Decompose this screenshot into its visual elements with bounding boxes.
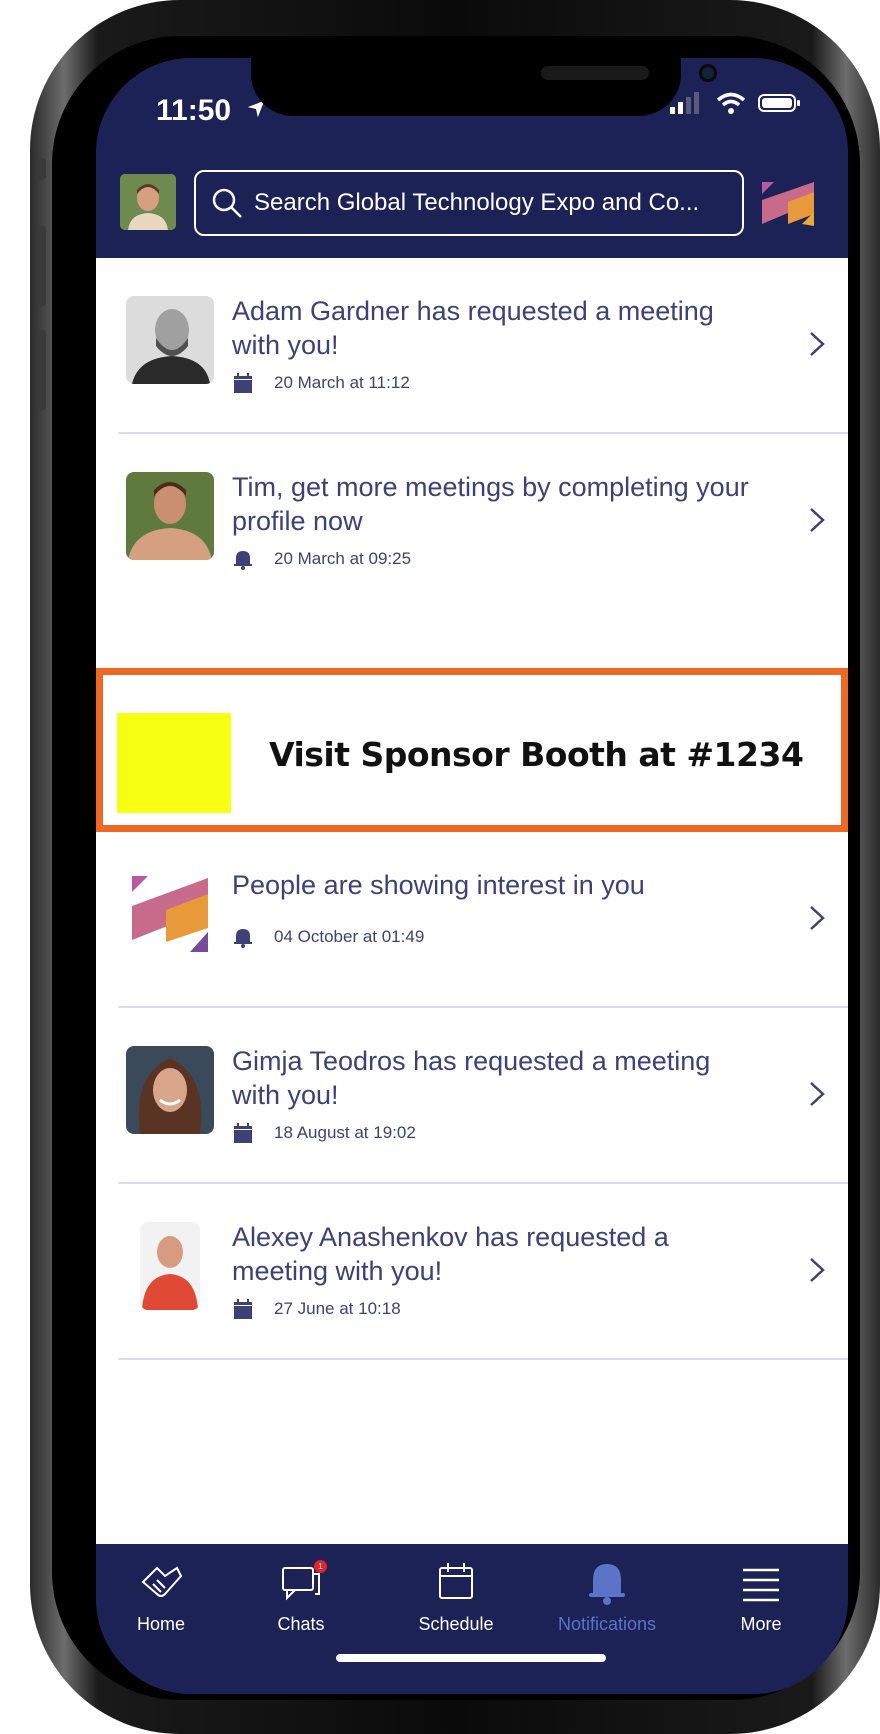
notification-meta: 18 August at 19:02 (232, 1122, 416, 1144)
avatar-image (126, 472, 214, 560)
brand-logo-icon[interactable] (756, 172, 820, 236)
status-time-text: 11:50 (156, 94, 232, 127)
home-indicator[interactable] (336, 1654, 606, 1662)
notifications-list: Adam Gardner has requested a meeting wit… (96, 258, 848, 1544)
notification-row[interactable]: Adam Gardner has requested a meeting wit… (96, 258, 848, 434)
sponsor-logo-placeholder (117, 713, 231, 813)
app-header (96, 158, 848, 258)
tab-notifications-label: Notifications (557, 1614, 657, 1634)
tab-chats[interactable]: 1 Chats (236, 1558, 366, 1648)
tab-home-label: Home (136, 1614, 185, 1634)
chevron-right-icon (810, 1258, 825, 1282)
bell-icon (234, 551, 252, 570)
notification-row[interactable]: Gimja Teodros has requested a meeting wi… (96, 1008, 848, 1184)
status-icons (670, 92, 802, 114)
notification-meta: 27 June at 10:18 (232, 1298, 401, 1320)
calendar-icon (234, 1123, 252, 1143)
volume-down-button (38, 330, 46, 410)
bell-icon (234, 929, 252, 948)
notification-title: Gimja Teodros has requested a meeting wi… (232, 1046, 711, 1110)
battery-icon (758, 94, 800, 112)
notification-meta: 20 March at 11:12 (232, 372, 410, 394)
avatar (126, 472, 214, 560)
chevron-right-icon (810, 332, 825, 356)
notification-row[interactable]: Tim, get more meetings by completing you… (96, 434, 848, 610)
chat-badge: 1 (314, 1560, 327, 1573)
brand-logo-icon (132, 876, 208, 952)
tab-schedule[interactable]: Schedule (391, 1558, 521, 1648)
notification-date: 20 March at 11:12 (274, 373, 410, 392)
calendar-icon (234, 1299, 252, 1319)
notification-title: People are showing interest in you (232, 870, 645, 900)
notification-row[interactable]: People are showing interest in you 04 Oc… (96, 832, 848, 1008)
row-divider (118, 1358, 848, 1360)
phone-screen: 11:50 Search Global Technology Expo and … (96, 58, 848, 1694)
wifi-icon (716, 92, 746, 114)
tab-more[interactable]: More (696, 1558, 826, 1648)
ringer-switch (38, 158, 46, 180)
bell-icon (589, 1564, 625, 1605)
notification-title: Alexey Anashenkov has requested a meetin… (232, 1222, 669, 1286)
notification-meta: 20 March at 09:25 (232, 548, 411, 570)
menu-icon (743, 1568, 779, 1602)
notification-date: 18 August at 19:02 (274, 1123, 416, 1142)
avatar (140, 1222, 200, 1310)
user-avatar[interactable] (120, 174, 176, 230)
calendar-icon (234, 373, 252, 393)
notification-date: 20 March at 09:25 (274, 549, 412, 568)
handshake-icon (141, 1566, 183, 1597)
tab-notifications[interactable]: Notifications (542, 1558, 672, 1648)
tab-more-label: More (740, 1614, 782, 1634)
status-time: 11:50 (156, 94, 267, 128)
volume-up-button (38, 226, 46, 306)
tab-chats-label: Chats (277, 1614, 325, 1634)
chevron-right-icon (810, 906, 825, 930)
signal-icon (670, 92, 699, 114)
sponsor-label: Visit Sponsor Booth at #1234 (269, 735, 804, 774)
notification-date: 27 June at 10:18 (274, 1299, 401, 1318)
notification-title: Adam Gardner has requested a meeting wit… (232, 296, 714, 360)
avatar (126, 1046, 214, 1134)
sponsor-banner[interactable]: Visit Sponsor Booth at #1234 (96, 668, 848, 832)
tab-schedule-label: Schedule (418, 1614, 494, 1634)
chevron-right-icon (810, 508, 825, 532)
notification-meta: 04 October at 01:49 (232, 926, 424, 948)
tab-home[interactable]: Home (96, 1558, 226, 1648)
search-icon (212, 188, 242, 218)
search-input[interactable] (254, 189, 734, 217)
avatar (126, 296, 214, 384)
notch (251, 58, 717, 116)
chevron-right-icon (810, 1082, 825, 1106)
front-camera (699, 64, 717, 82)
stage: 11:50 Search Global Technology Expo and … (0, 0, 880, 1734)
avatar-image (126, 1046, 214, 1134)
notification-date: 04 October at 01:49 (274, 927, 425, 946)
calendar-icon (439, 1563, 473, 1599)
tab-bar: Home 1 Chats Schedule Notifications More (96, 1544, 848, 1694)
notification-row[interactable]: Alexey Anashenkov has requested a meetin… (96, 1184, 848, 1360)
user-avatar-image (120, 174, 176, 230)
avatar-image (126, 296, 214, 384)
notification-title: Tim, get more meetings by completing you… (232, 472, 749, 536)
speaker-grill (541, 66, 649, 80)
search-box[interactable] (194, 170, 744, 236)
avatar-image (140, 1222, 200, 1310)
